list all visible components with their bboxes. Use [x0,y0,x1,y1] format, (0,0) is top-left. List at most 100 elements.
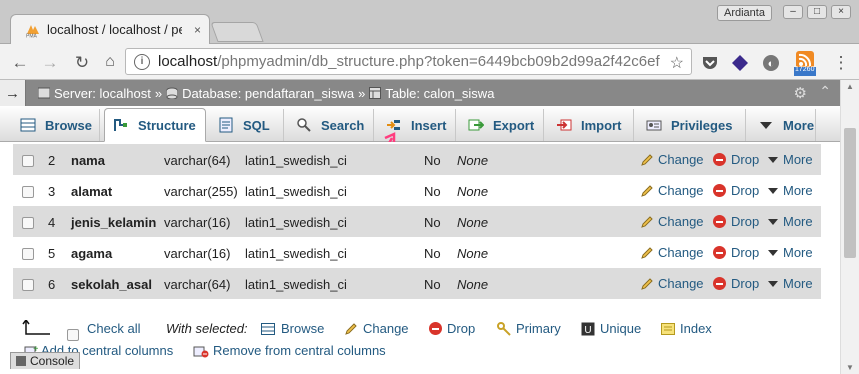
column-name[interactable]: nama [71,153,105,168]
bulk-actions: Check all With selected: Browse Change D… [0,318,840,374]
change-button[interactable]: Change [640,152,704,167]
remove-central-columns-button[interactable]: Remove from central columns [193,343,386,358]
breadcrumb: Server: localhost » Database: pendaftara… [37,86,494,101]
close-window-icon[interactable]: × [831,5,851,19]
tab-privileges[interactable]: Privileges [638,109,746,141]
bulk-primary-button[interactable]: Primary [497,321,561,336]
more-button[interactable]: More [768,276,813,291]
breadcrumb-database[interactable]: Database: pendaftaran_siswa [182,86,354,101]
minimize-icon[interactable]: – [783,5,803,19]
row-checkbox[interactable] [22,279,34,291]
address-bar[interactable]: i localhost/phpmyadmin/db_structure.php?… [125,48,692,75]
more-button[interactable]: More [768,214,813,229]
column-name[interactable]: alamat [71,184,112,199]
row-checkbox[interactable] [22,186,34,198]
profile-button[interactable]: Ardianta [717,5,772,21]
index-icon [661,322,675,335]
browse-icon [20,117,36,133]
column-name[interactable]: agama [71,246,112,261]
pma-tab-bar: Browse Structure SQL Search Insert Expor… [0,106,840,142]
column-name[interactable]: jenis_kelamin [71,215,156,230]
more-button[interactable]: More [768,245,813,260]
browse-icon [261,322,275,335]
back-icon[interactable]: ← [10,53,30,73]
column-number: 3 [48,184,56,199]
home-icon[interactable]: ⌂ [100,53,120,71]
column-collation: latin1_swedish_ci [245,277,347,292]
breadcrumb-table[interactable]: Table: calon_siswa [385,86,494,101]
drop-button[interactable]: Drop [713,214,759,229]
change-button[interactable]: Change [640,214,704,229]
change-button[interactable]: Change [640,245,704,260]
change-button[interactable]: Change [640,183,704,198]
column-collation: latin1_swedish_ci [245,153,347,168]
chrome-menu-icon[interactable]: ⋮ [831,53,851,73]
row-checkbox[interactable] [22,217,34,229]
column-default: None [457,153,489,168]
scroll-thumb[interactable] [844,128,856,258]
browser-tab[interactable]: PMA localhost / localhost / pe × [10,14,210,44]
bookmark-star-icon[interactable]: ☆ [670,53,684,73]
tab-export[interactable]: Export [460,109,544,141]
new-tab-button[interactable] [210,22,264,42]
column-collation: latin1_swedish_ci [245,215,347,230]
extension-diamond-icon[interactable] [731,54,749,72]
navigation-toggle-icon[interactable]: → [0,80,26,106]
extension-globe-icon[interactable]: ◐ [762,54,780,72]
tab-close-icon[interactable]: × [194,23,201,37]
console-toggle[interactable]: Console [10,352,81,369]
chevron-down-icon [768,249,778,256]
drop-button[interactable]: Drop [713,183,759,198]
breadcrumb-server[interactable]: Server: localhost [54,86,151,101]
pencil-icon [640,184,654,198]
forward-icon[interactable]: → [40,53,60,73]
tab-browse[interactable]: Browse [12,109,100,141]
more-button[interactable]: More [768,183,813,198]
tab-more[interactable]: More [750,109,816,141]
rss-badge: 17260 [795,66,815,73]
chevron-down-icon [768,280,778,287]
tab-title: localhost / localhost / pe [47,22,182,37]
drop-icon [713,246,726,259]
bulk-change-button[interactable]: Change [344,321,409,336]
phpmyadmin-favicon-icon: PMA [25,22,41,39]
tab-import[interactable]: Import [548,109,634,141]
table-row: 5 agama varchar(16) latin1_swedish_ci No… [13,237,821,268]
check-all-label[interactable]: Check all [87,321,140,336]
column-null: No [424,184,441,199]
change-button[interactable]: Change [640,276,704,291]
rss-extension-icon[interactable]: 17260 [794,51,816,77]
bulk-index-button[interactable]: Index [661,321,712,336]
tab-sql[interactable]: SQL [210,109,284,141]
tab-structure[interactable]: Structure [104,108,206,142]
url-text[interactable]: localhost/phpmyadmin/db_structure.php?to… [158,53,663,70]
column-number: 2 [48,153,56,168]
check-all-checkbox[interactable] [67,329,79,341]
column-default: None [457,215,489,230]
maximize-icon[interactable]: □ [807,5,827,19]
privileges-icon [646,117,662,133]
drop-button[interactable]: Drop [713,245,759,260]
bulk-unique-button[interactable]: U Unique [581,321,641,336]
drop-icon [713,153,726,166]
collapse-icon[interactable]: ⌃ [819,83,831,100]
table-icon [369,87,382,99]
drop-button[interactable]: Drop [713,152,759,167]
more-button[interactable]: More [768,152,813,167]
row-checkbox[interactable] [22,155,34,167]
bulk-browse-button[interactable]: Browse [261,321,324,336]
pocket-icon[interactable] [701,54,719,72]
bulk-drop-button[interactable]: Drop [429,321,475,336]
scroll-down-icon[interactable]: ▼ [846,363,854,372]
console-icon [16,356,26,366]
settings-gear-icon[interactable]: ⚙ [794,84,807,102]
row-checkbox[interactable] [22,248,34,260]
column-name[interactable]: sekolah_asal [71,277,152,292]
site-info-icon[interactable]: i [134,53,150,70]
chevron-down-icon [758,117,774,133]
scroll-up-icon[interactable]: ▲ [846,82,854,91]
reload-icon[interactable]: ↻ [72,53,92,73]
page-scrollbar[interactable]: ▲ ▼ [840,80,859,374]
tab-search[interactable]: Search [288,109,374,141]
drop-button[interactable]: Drop [713,276,759,291]
